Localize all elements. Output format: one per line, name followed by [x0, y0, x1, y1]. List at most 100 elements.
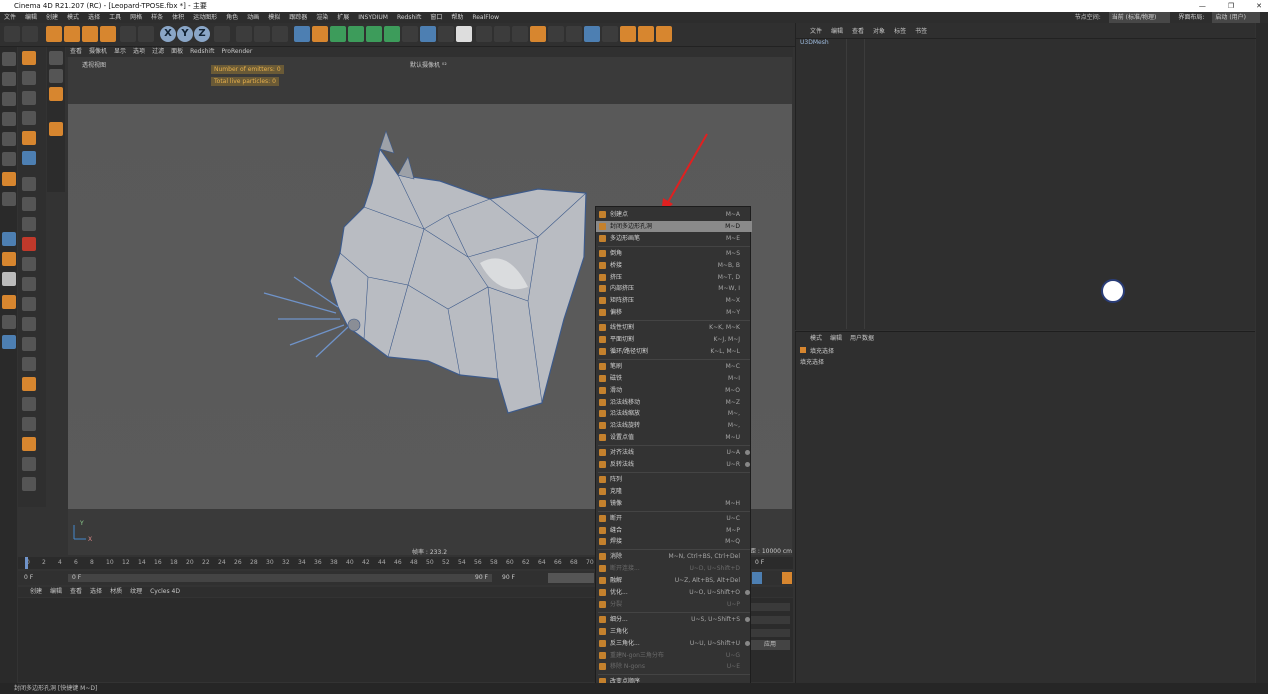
attribute-menu-item[interactable]: 编辑 — [830, 334, 842, 344]
tool-22-icon[interactable] — [22, 477, 36, 491]
menu-item[interactable]: 扩展 — [337, 12, 349, 23]
tool-14-icon[interactable] — [22, 317, 36, 331]
attribute-menu-item[interactable]: 模式 — [810, 334, 822, 344]
material-menu-item[interactable]: 创建 — [30, 587, 42, 597]
render-settings-icon[interactable] — [272, 26, 288, 42]
context-menu-item[interactable]: 倒角 M~S — [596, 248, 752, 259]
context-menu-item[interactable]: 焊接 M~Q — [596, 536, 752, 547]
y-axis-lock-icon[interactable]: Y — [177, 26, 193, 42]
max-frame-field[interactable]: 90 F — [502, 574, 515, 581]
record-icon[interactable] — [752, 572, 762, 584]
menu-item[interactable]: 渲染 — [316, 12, 328, 23]
context-menu-item[interactable]: 断开 U~C — [596, 513, 752, 524]
uv-mode-icon[interactable] — [2, 192, 16, 206]
context-menu-item[interactable]: 挤压 M~T, D — [596, 272, 752, 283]
tool-17-icon[interactable] — [22, 377, 36, 391]
object-menu-item[interactable]: 查看 — [852, 27, 864, 37]
context-menu-item[interactable]: 三角化 — [596, 626, 752, 637]
material-menu-item[interactable]: 查看 — [70, 587, 82, 597]
context-menu-item[interactable]: 优化... U~O, U~Shift+O — [596, 587, 752, 598]
tool-7-icon[interactable] — [22, 177, 36, 191]
menu-item[interactable]: 窗口 — [430, 12, 442, 23]
right-frame-field[interactable]: 0 F — [755, 559, 764, 566]
options-gear-icon[interactable] — [745, 616, 750, 622]
tool-6-icon[interactable] — [22, 151, 36, 165]
context-menu-item[interactable]: 多边形画笔 M~E — [596, 233, 752, 244]
s-plugin-2-icon[interactable] — [2, 252, 16, 266]
tool-2-icon[interactable] — [22, 71, 36, 85]
x-axis-lock-icon[interactable]: X — [160, 26, 176, 42]
options-gear-icon[interactable] — [745, 640, 750, 646]
make-editable-icon[interactable] — [2, 52, 16, 66]
object-menu-item[interactable]: 对象 — [873, 27, 885, 37]
tool-5-icon[interactable] — [22, 131, 36, 145]
layer-icon[interactable] — [2, 335, 16, 349]
context-menu-item[interactable]: 对齐法线 U~A — [596, 447, 752, 458]
subdivision-icon[interactable] — [330, 26, 346, 42]
tool-a-icon[interactable] — [49, 51, 63, 65]
render-picture-viewer-icon[interactable] — [254, 26, 270, 42]
context-menu-item[interactable]: 融解 U~Z, Alt+BS, Alt+Del — [596, 575, 752, 586]
context-menu-item[interactable]: 创建点 M~A — [596, 209, 752, 220]
context-menu-item[interactable]: 平面切割 K~J, M~J — [596, 334, 752, 345]
context-menu-item[interactable]: 重建N-gon三角分布 U~G — [596, 650, 752, 661]
light-icon[interactable] — [456, 26, 472, 42]
s-logo-icon[interactable] — [638, 26, 654, 42]
floor-icon[interactable] — [420, 26, 436, 42]
magnet-icon[interactable] — [2, 295, 16, 309]
tool-21-icon[interactable] — [22, 457, 36, 471]
viewport-menu-item[interactable]: ProRender — [221, 47, 252, 57]
menu-item[interactable]: RealFlow — [472, 12, 499, 23]
cone-icon[interactable] — [530, 26, 546, 42]
options-gear-icon[interactable] — [745, 590, 750, 595]
pen-icon[interactable] — [312, 26, 328, 42]
context-menu-item[interactable]: 沿法线缩放 M~, — [596, 408, 752, 419]
camera-icon[interactable] — [438, 26, 454, 42]
spline-icon[interactable] — [512, 26, 528, 42]
workplane-icon[interactable] — [2, 112, 16, 126]
menu-item[interactable]: 角色 — [226, 12, 238, 23]
undo-icon[interactable] — [4, 26, 20, 42]
texture-mode-icon[interactable] — [2, 92, 16, 106]
tool-11-icon[interactable] — [22, 257, 36, 271]
context-menu-item[interactable]: 笔刷 M~C — [596, 361, 752, 372]
object-axis-icon[interactable] — [138, 26, 154, 42]
tool-c-icon[interactable] — [49, 87, 63, 101]
cloner-icon[interactable] — [384, 26, 400, 42]
menu-item[interactable]: 编辑 — [25, 12, 37, 23]
context-menu-item[interactable]: 偏移 M~Y — [596, 307, 752, 318]
s-plugin-icon[interactable] — [2, 232, 16, 246]
context-menu-item[interactable]: 移除 N-gons U~E — [596, 661, 752, 672]
recent-tool-icon[interactable] — [120, 26, 136, 42]
attribute-menu-item[interactable]: 用户数据 — [850, 334, 874, 344]
tool-12-icon[interactable] — [22, 277, 36, 291]
object-menu-item[interactable]: 编辑 — [831, 27, 843, 37]
context-menu-item[interactable]: 分裂 U~P — [596, 599, 752, 610]
tool-8-icon[interactable] — [22, 197, 36, 211]
qr-icon[interactable] — [584, 26, 600, 42]
redshift-icon[interactable] — [494, 26, 510, 42]
menu-item[interactable]: 运动图形 — [193, 12, 217, 23]
context-menu-item[interactable]: 循环/路径切割 K~L, M~L — [596, 346, 752, 357]
menu-item[interactable]: 创建 — [46, 12, 58, 23]
array-icon[interactable] — [366, 26, 382, 42]
menu-item[interactable]: 工具 — [109, 12, 121, 23]
viewport-menu-item[interactable]: 显示 — [114, 47, 126, 57]
polygons-mode-icon[interactable] — [2, 172, 16, 186]
context-menu-item[interactable]: 磁铁 M~I — [596, 373, 752, 384]
edges-mode-icon[interactable] — [2, 152, 16, 166]
context-menu-item[interactable]: 缝合 M~P — [596, 525, 752, 536]
tool-16-icon[interactable] — [22, 357, 36, 371]
context-menu-item[interactable]: 矩阵挤压 M~X — [596, 295, 752, 306]
viewport-menu-item[interactable]: Redshift — [190, 47, 214, 57]
attr-field-3[interactable] — [750, 629, 790, 637]
menu-item[interactable]: 网格 — [130, 12, 142, 23]
scale-icon[interactable] — [82, 26, 98, 42]
tool-19-icon[interactable] — [22, 417, 36, 431]
playhead[interactable] — [25, 557, 28, 569]
redo-icon[interactable] — [22, 26, 38, 42]
close-button[interactable]: ✕ — [1256, 0, 1262, 12]
menu-item[interactable]: 体积 — [172, 12, 184, 23]
target-icon[interactable] — [620, 26, 636, 42]
grid-icon[interactable] — [566, 26, 582, 42]
